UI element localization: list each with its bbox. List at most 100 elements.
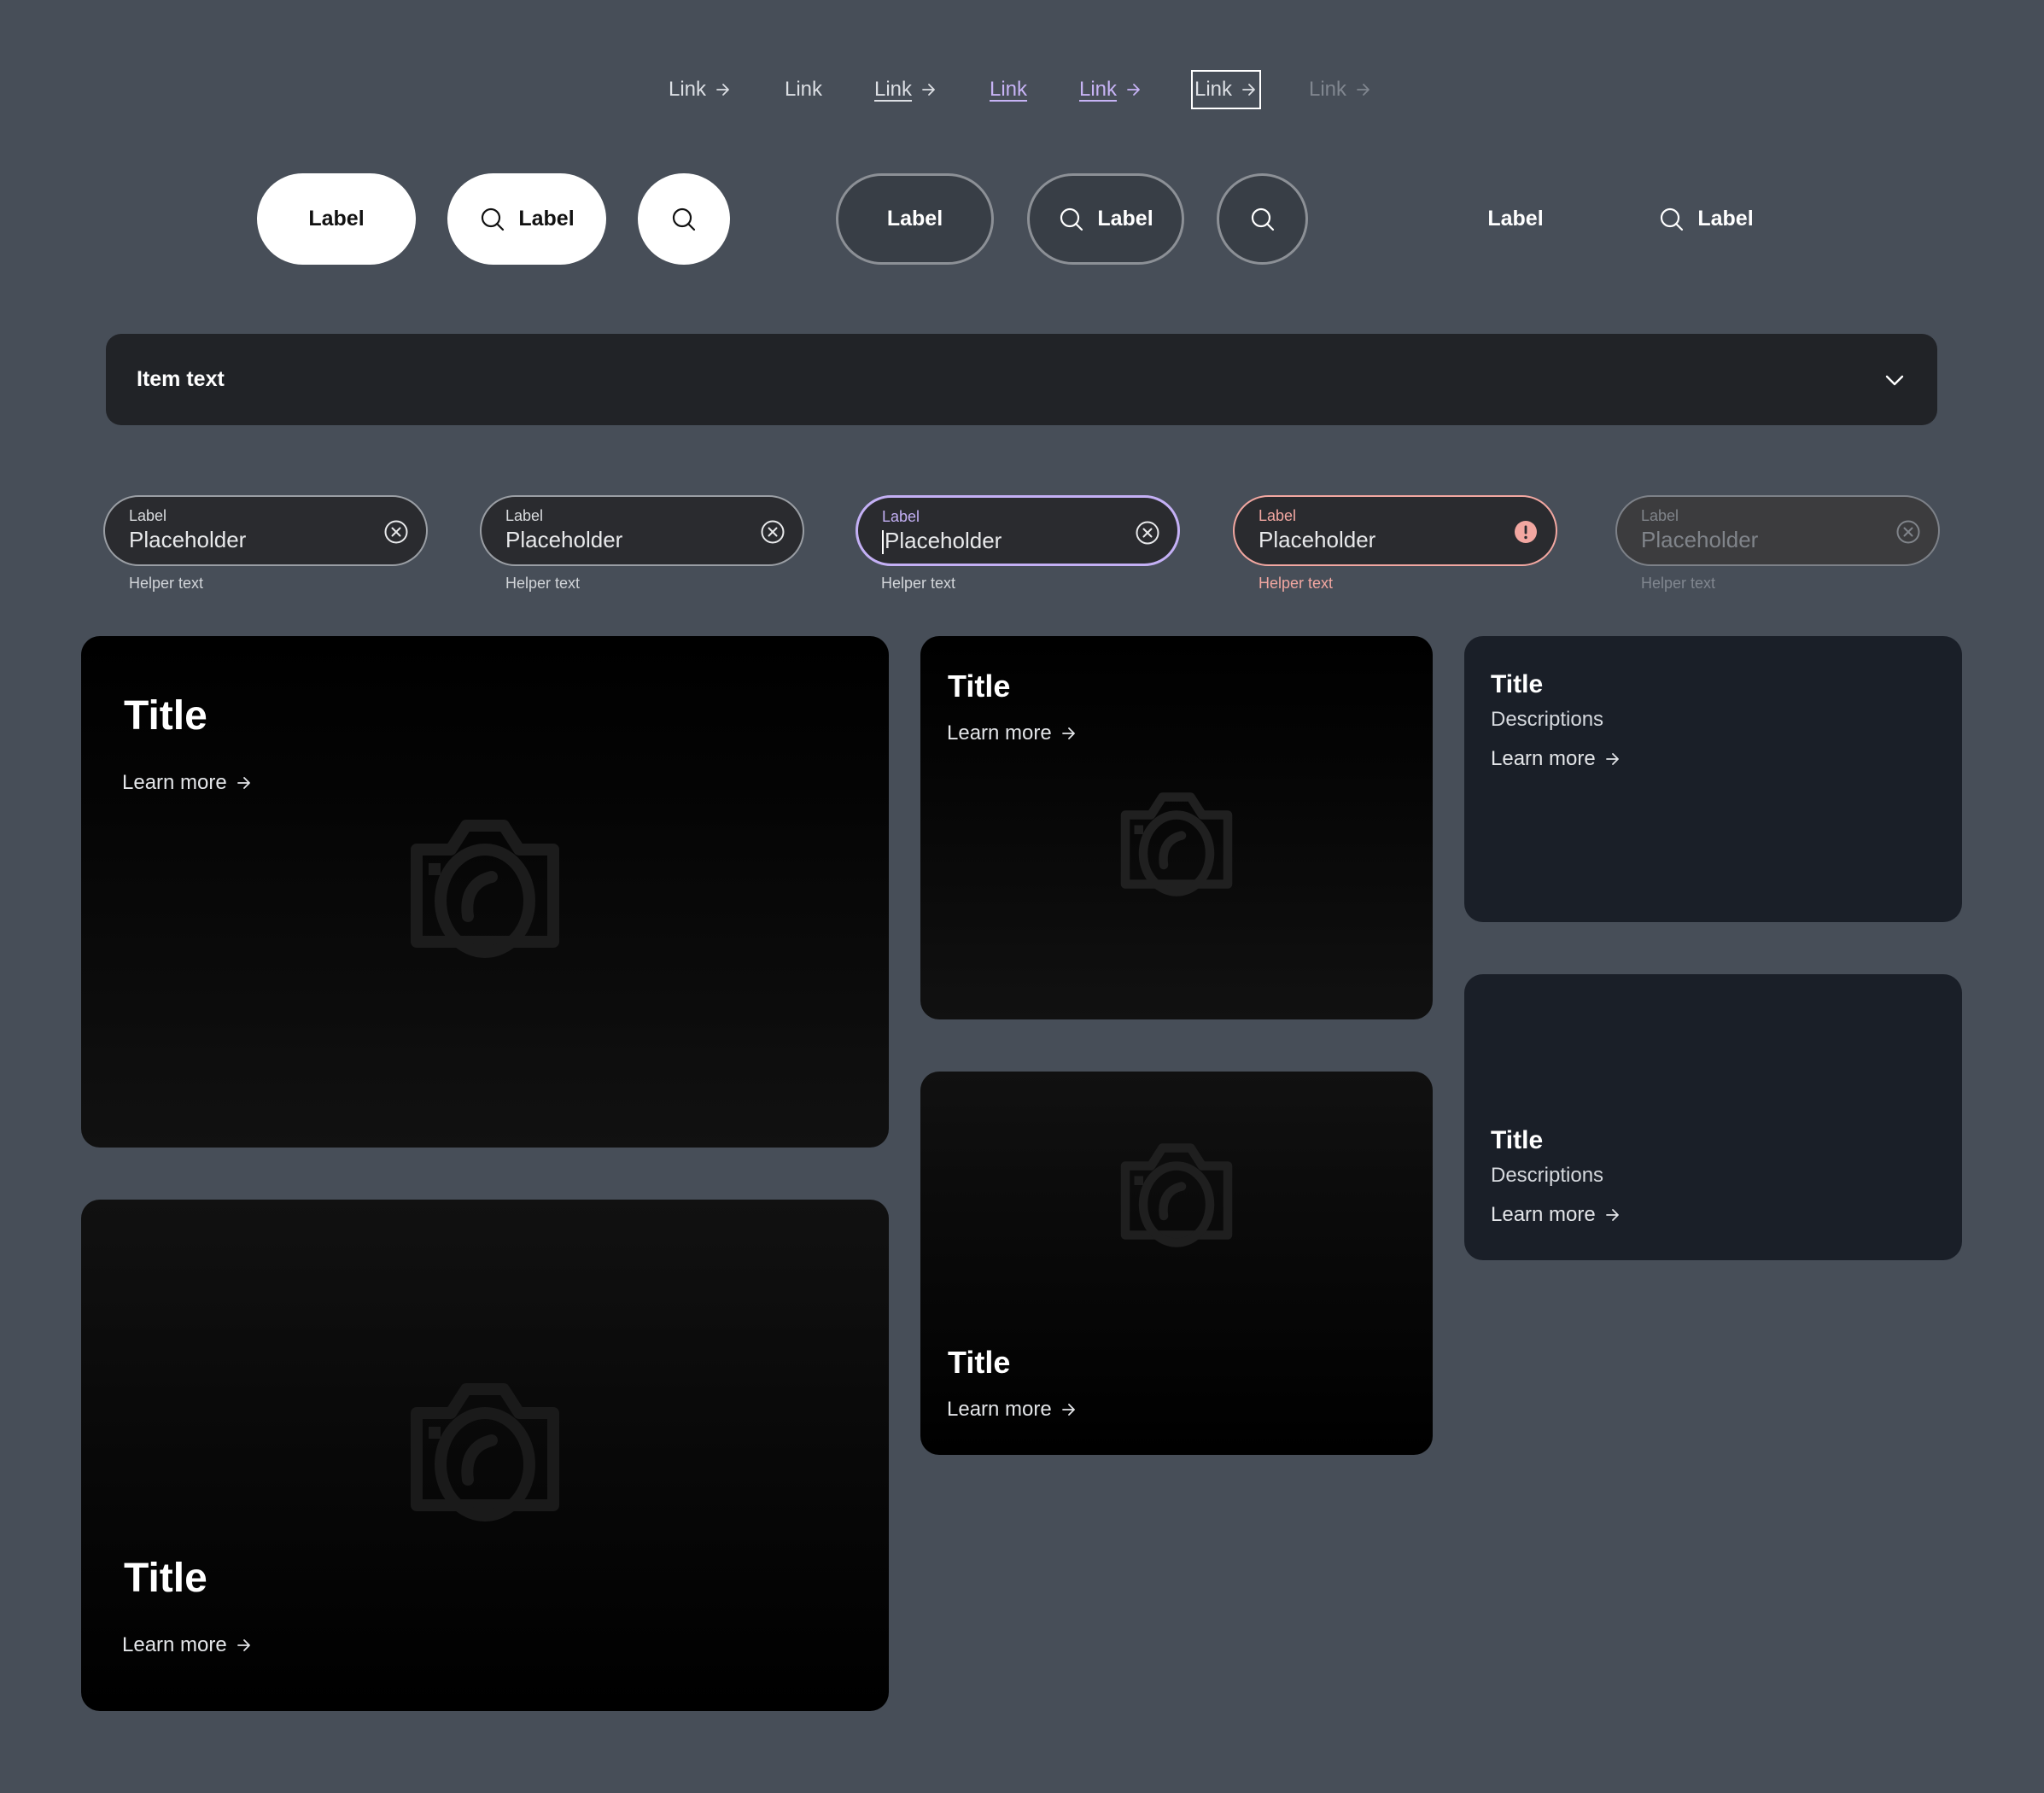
- button-label: Label: [518, 207, 575, 231]
- button-label: Label: [1487, 207, 1544, 231]
- learn-more-link[interactable]: Learn more: [122, 1633, 253, 1657]
- search-icon: [1249, 206, 1276, 233]
- card-title: Title: [1491, 1126, 1544, 1154]
- text-input[interactable]: Label Placeholder: [1233, 495, 1557, 566]
- card-description: Descriptions: [1491, 708, 1604, 731]
- field-label: Label: [1641, 507, 1679, 524]
- ghost-button[interactable]: Label: [1464, 173, 1567, 265]
- learn-more-link[interactable]: Learn more: [1491, 747, 1621, 771]
- learn-more-link[interactable]: Learn more: [947, 1398, 1077, 1422]
- dropdown-select[interactable]: Item text: [106, 334, 1937, 425]
- link-label: Link: [785, 78, 823, 101]
- learn-more-link[interactable]: Learn more: [1491, 1203, 1621, 1227]
- button-label: Label: [308, 207, 365, 231]
- learn-more-label: Learn more: [122, 1633, 227, 1656]
- outline-button[interactable]: Label: [836, 173, 994, 265]
- button-label: Label: [1697, 207, 1754, 231]
- helper-text: Helper text: [1259, 575, 1334, 592]
- text-field-hover: Label Placeholder Helper text: [480, 495, 804, 593]
- arrow-right-icon: [1060, 725, 1077, 742]
- helper-text: Helper text: [505, 575, 581, 592]
- primary-icon-search-button[interactable]: [638, 173, 730, 265]
- card-title: Title: [124, 693, 207, 739]
- card-title: Title: [124, 1556, 207, 1601]
- primary-search-button[interactable]: Label: [447, 173, 606, 265]
- card-title: Title: [948, 1345, 1011, 1380]
- field-placeholder: Placeholder: [1641, 527, 1759, 552]
- link-default-arrow[interactable]: Link: [669, 72, 732, 108]
- learn-more-link[interactable]: Learn more: [122, 771, 253, 795]
- helper-text: Helper text: [881, 575, 956, 592]
- field-label: Label: [129, 507, 167, 524]
- chevron-down-icon: [1883, 368, 1907, 392]
- clear-icon[interactable]: [1135, 520, 1160, 546]
- arrow-right-icon: [920, 81, 937, 98]
- text-field-default: Label Placeholder Helper text: [103, 495, 428, 593]
- text-input[interactable]: Label Placeholder: [856, 495, 1180, 566]
- text-field-error: Label Placeholder Helper text: [1233, 495, 1557, 593]
- camera-icon: [400, 815, 570, 969]
- error-icon: [1515, 521, 1537, 543]
- camera-icon: [1113, 1141, 1241, 1256]
- text-card-top[interactable]: Title Descriptions Learn more: [1464, 636, 1962, 922]
- link-default[interactable]: Link: [785, 72, 822, 108]
- helper-text: Helper text: [129, 575, 204, 592]
- image-card-large-bottom[interactable]: Title Learn more: [81, 1200, 889, 1711]
- learn-more-label: Learn more: [947, 721, 1052, 745]
- links-row: Link Link Link Link Link Link Link: [0, 70, 2044, 109]
- clear-icon: [1895, 519, 1921, 545]
- search-icon: [1058, 206, 1085, 233]
- field-placeholder: Placeholder: [129, 527, 247, 552]
- search-icon: [1658, 206, 1685, 233]
- image-card-medium-bottom[interactable]: Title Learn more: [920, 1072, 1433, 1455]
- outline-icon-search-button[interactable]: [1217, 173, 1308, 265]
- dropdown-item-text: Item text: [137, 367, 225, 391]
- learn-more-label: Learn more: [947, 1398, 1052, 1421]
- learn-more-label: Learn more: [122, 771, 227, 794]
- text-input[interactable]: Label Placeholder: [103, 495, 428, 566]
- arrow-right-icon: [1355, 81, 1372, 98]
- card-description: Descriptions: [1491, 1164, 1604, 1187]
- link-visited-arrow[interactable]: Link: [1079, 72, 1142, 108]
- arrow-right-icon: [1125, 81, 1142, 98]
- text-input[interactable]: Label Placeholder: [480, 495, 804, 566]
- image-card-medium-top[interactable]: Title Learn more: [920, 636, 1433, 1019]
- arrow-right-icon: [715, 81, 732, 98]
- link-underlined-arrow[interactable]: Link: [874, 72, 937, 108]
- link-label: Link: [874, 78, 913, 101]
- arrow-right-icon: [236, 1637, 253, 1654]
- field-value-row: Placeholder: [882, 528, 1153, 555]
- camera-icon: [1113, 789, 1241, 904]
- text-field-disabled: Label Placeholder Helper text: [1615, 495, 1940, 593]
- text-caret: [882, 530, 884, 555]
- link-focused[interactable]: Link: [1190, 70, 1262, 109]
- text-input: Label Placeholder: [1615, 495, 1940, 566]
- learn-more-label: Learn more: [1491, 1203, 1596, 1226]
- learn-more-link[interactable]: Learn more: [947, 721, 1077, 745]
- link-visited[interactable]: Link: [990, 72, 1027, 108]
- field-label: Label: [882, 508, 920, 525]
- arrow-right-icon: [236, 774, 253, 791]
- link-disabled: Link: [1309, 72, 1372, 108]
- primary-button[interactable]: Label: [257, 173, 416, 265]
- search-icon: [670, 206, 698, 233]
- field-placeholder: Placeholder: [1259, 527, 1376, 552]
- outline-search-button[interactable]: Label: [1027, 173, 1184, 265]
- link-label: Link: [669, 78, 707, 101]
- button-label: Label: [886, 207, 943, 231]
- clear-icon[interactable]: [760, 519, 785, 545]
- clear-icon[interactable]: [383, 519, 409, 545]
- text-card-bottom[interactable]: Title Descriptions Learn more: [1464, 974, 1962, 1260]
- camera-icon: [400, 1379, 570, 1533]
- field-placeholder: Placeholder: [505, 527, 623, 552]
- card-title: Title: [948, 669, 1011, 704]
- arrow-right-icon: [1060, 1401, 1077, 1418]
- link-label: Link: [990, 78, 1028, 101]
- link-label: Link: [1194, 78, 1233, 101]
- ghost-search-button[interactable]: Label: [1648, 173, 1764, 265]
- search-icon: [479, 206, 506, 233]
- learn-more-label: Learn more: [1491, 747, 1596, 770]
- field-label: Label: [505, 507, 544, 524]
- text-field-focused: Label Placeholder Helper text: [856, 495, 1180, 593]
- image-card-large-top[interactable]: Title Learn more: [81, 636, 889, 1148]
